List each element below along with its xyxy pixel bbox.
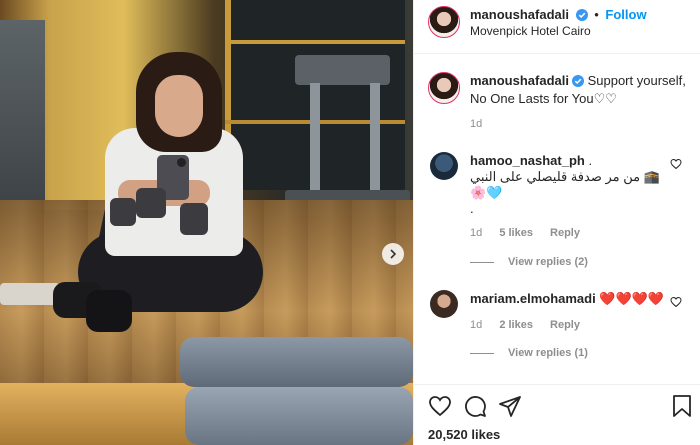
bookmark-icon[interactable] bbox=[671, 394, 693, 418]
reply-button[interactable]: Reply bbox=[550, 227, 580, 239]
view-replies-button[interactable]: View replies (2) bbox=[470, 256, 588, 268]
comment-text-line: . bbox=[470, 201, 474, 216]
header-username[interactable]: manoushafadali bbox=[470, 7, 569, 22]
person-shoe bbox=[86, 290, 132, 332]
comment-time[interactable]: 1d bbox=[470, 319, 482, 331]
caption-username[interactable]: manoushafadali bbox=[470, 73, 569, 88]
comment-text-line: . bbox=[588, 153, 593, 168]
person-glove bbox=[136, 188, 166, 218]
post-actions: 20,520 likes bbox=[414, 384, 700, 445]
view-replies-label: View replies (2) bbox=[508, 256, 588, 268]
view-replies-label: View replies (1) bbox=[508, 347, 588, 359]
comment-likes[interactable]: 2 likes bbox=[499, 319, 533, 331]
comment-username[interactable]: mariam.elmohamadi bbox=[470, 291, 596, 306]
comment-icon[interactable] bbox=[463, 394, 487, 418]
share-icon[interactable] bbox=[498, 394, 522, 418]
step-platform bbox=[180, 337, 413, 387]
follow-button[interactable]: Follow bbox=[605, 7, 646, 22]
post-photo[interactable] bbox=[0, 0, 413, 445]
verified-badge-icon bbox=[575, 9, 588, 21]
post-header: manoushafadali • Follow Movenpick Hotel … bbox=[414, 0, 700, 54]
avatar[interactable] bbox=[428, 6, 460, 38]
view-replies-button[interactable]: View replies (1) bbox=[470, 347, 588, 359]
caption: manoushafadali Support yourself, No One … bbox=[470, 72, 690, 108]
person-glove bbox=[110, 198, 136, 226]
treadmill bbox=[285, 55, 410, 215]
treadmill-arm bbox=[370, 83, 380, 193]
separator-dot: • bbox=[594, 7, 599, 22]
avatar[interactable] bbox=[430, 290, 458, 318]
comment-meta: 1d 5 likes Reply bbox=[470, 227, 594, 239]
window-frame bbox=[225, 40, 405, 44]
comment-time[interactable]: 1d bbox=[470, 227, 482, 239]
person-face bbox=[155, 75, 203, 137]
post-location[interactable]: Movenpick Hotel Cairo bbox=[470, 24, 591, 38]
divider-line bbox=[470, 352, 494, 354]
comment-meta: 1d 2 likes Reply bbox=[470, 319, 594, 331]
treadmill-arm bbox=[310, 83, 320, 193]
reply-button[interactable]: Reply bbox=[550, 319, 580, 331]
heart-icon[interactable] bbox=[670, 158, 682, 170]
verified-badge-icon bbox=[571, 75, 584, 87]
comment-text-line: ❤️❤️❤️❤️ bbox=[599, 291, 665, 306]
likes-count[interactable]: 20,520 likes bbox=[428, 427, 500, 442]
caption-meta: 1d bbox=[470, 118, 496, 130]
exercise-mat bbox=[0, 283, 60, 305]
person-glove bbox=[180, 203, 208, 235]
comment-body: mariam.elmohamadi ❤️❤️❤️❤️ bbox=[470, 290, 680, 308]
comment-username[interactable]: hamoo_nashat_ph bbox=[470, 153, 585, 168]
chevron-right-icon bbox=[390, 249, 397, 259]
avatar[interactable] bbox=[428, 72, 460, 104]
phone-camera bbox=[177, 158, 186, 167]
treadmill-screen bbox=[295, 55, 390, 85]
avatar[interactable] bbox=[430, 152, 458, 180]
divider-line bbox=[470, 261, 494, 263]
post-side-panel: manoushafadali • Follow Movenpick Hotel … bbox=[413, 0, 700, 445]
next-photo-button[interactable] bbox=[382, 243, 404, 265]
treadmill-left bbox=[0, 20, 45, 210]
header-user-row: manoushafadali • Follow bbox=[470, 7, 647, 22]
comment-emoji-line: 🌸🩵 bbox=[470, 185, 503, 200]
caption-time[interactable]: 1d bbox=[470, 118, 482, 130]
comments-list[interactable]: manoushafadali Support yourself, No One … bbox=[414, 54, 700, 384]
step-platform bbox=[185, 387, 413, 445]
heart-icon[interactable] bbox=[670, 296, 682, 308]
comment-likes[interactable]: 5 likes bbox=[499, 227, 533, 239]
heart-icon[interactable] bbox=[428, 394, 452, 418]
